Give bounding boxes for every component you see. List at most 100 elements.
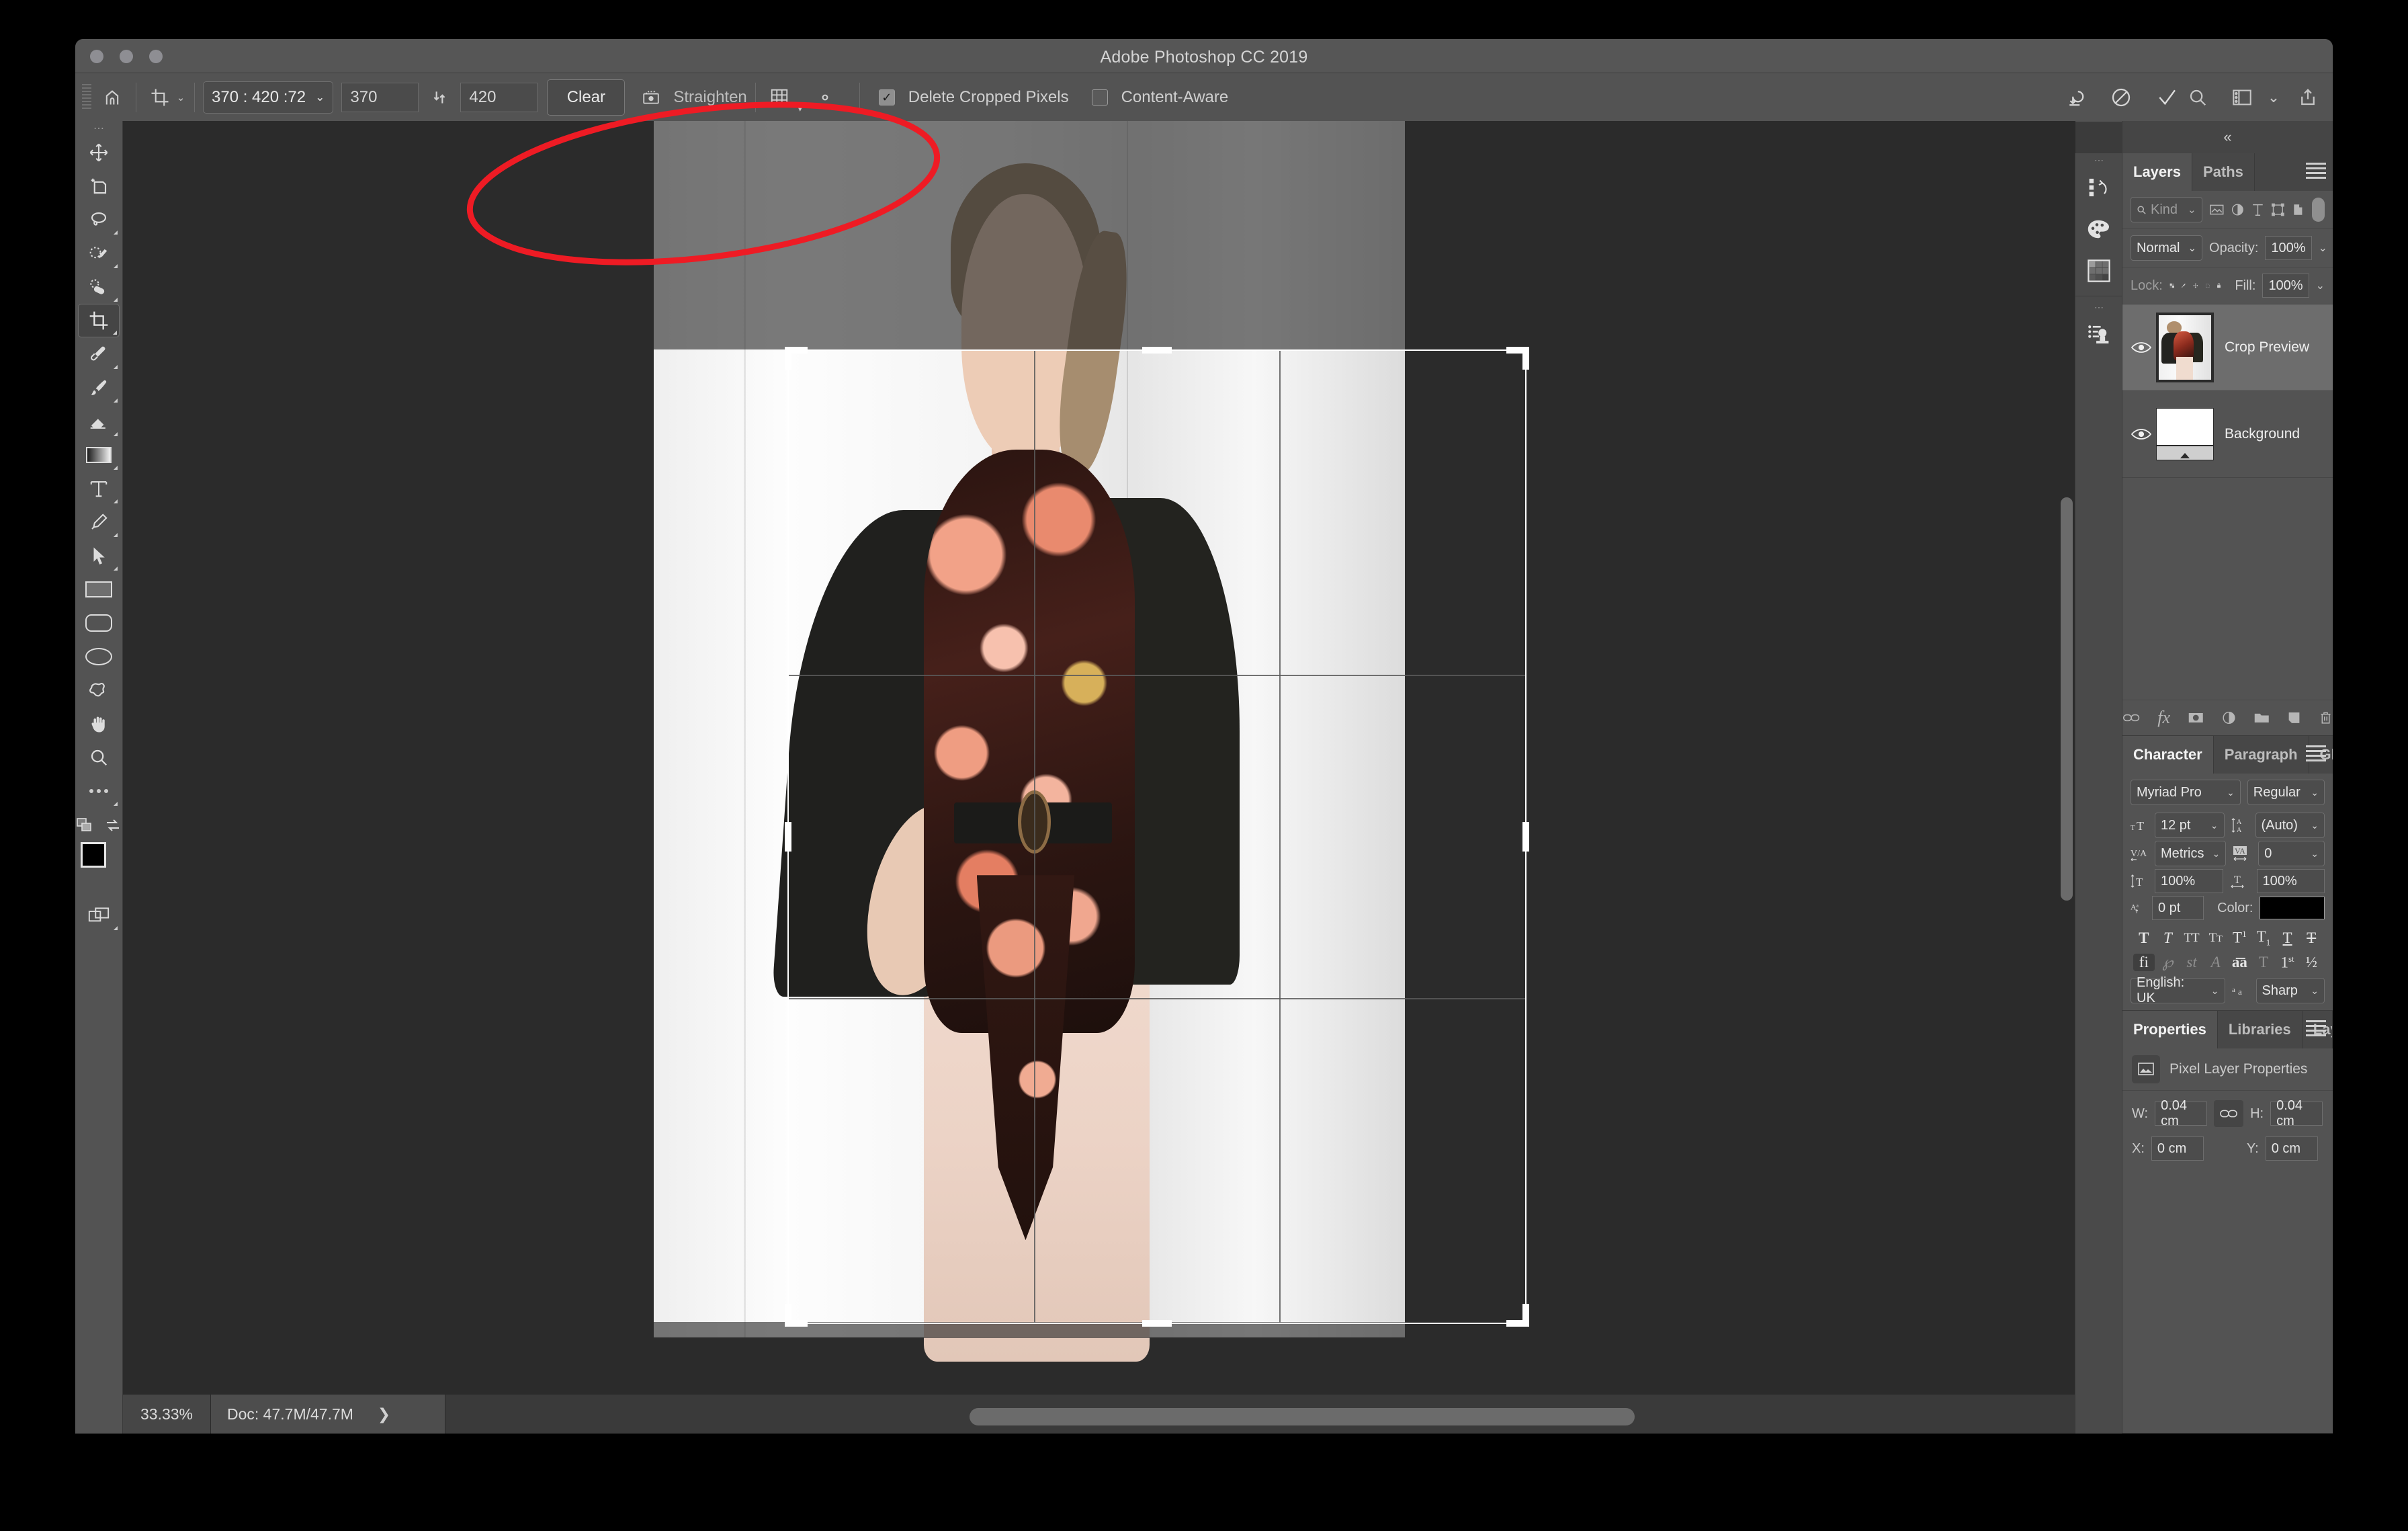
filter-toggle-switch[interactable] [2312,198,2325,222]
tool-artboard[interactable] [78,169,120,203]
ordinals-button[interactable]: 1st [2277,954,2298,972]
workspace-chevron-down-icon[interactable]: ⌄ [2268,92,2279,103]
canvas-vertical-scrollbar[interactable] [2061,497,2073,901]
crop-handle-middle-right[interactable] [1522,822,1529,852]
crop-handle-bottom-left-v[interactable] [785,1304,791,1327]
content-aware-checkbox[interactable]: ✓ Content-Aware [1092,88,1229,107]
type-layer-filter-icon[interactable] [2251,202,2264,217]
crop-handle-top-left-v[interactable] [785,347,791,370]
fill-chevron-down-icon[interactable]: ⌄ [2316,279,2325,292]
canvas-horizontal-scrollbar[interactable] [970,1408,1635,1425]
small-caps-button[interactable]: TT [2205,931,2227,946]
overlay-chevron-down-icon[interactable]: ▾ [795,103,806,114]
crop-handle-top-center[interactable] [1142,347,1172,354]
language-select[interactable]: English: UK⌄ [2131,978,2225,1003]
all-caps-button[interactable]: TT [2181,931,2202,946]
tool-ellipse[interactable] [78,640,120,673]
double-chevron-left-icon[interactable]: « [2122,121,2333,153]
new-fill-adjustment-icon[interactable] [2222,710,2236,726]
image-canvas[interactable] [123,121,2075,1395]
opacity-input[interactable]: 100% [2265,236,2311,260]
shape-layer-filter-icon[interactable] [2271,202,2285,217]
layer-row-crop-preview[interactable]: Crop Preview [2122,304,2333,391]
tool-rectangle[interactable] [78,573,120,606]
layer-thumbnail[interactable] [2156,408,2214,460]
delete-layer-icon[interactable] [2319,710,2333,726]
antialias-select[interactable]: Sharp⌄ [2256,978,2325,1003]
text-color-swatch[interactable] [2260,897,2325,919]
crop-handle-middle-left[interactable] [785,822,791,852]
horizontal-scale-field[interactable]: 100% [2257,869,2325,893]
new-layer-icon[interactable] [2287,710,2301,726]
tool-screen-mode[interactable] [78,899,120,932]
swash-button[interactable]: A [2205,954,2227,971]
layer-visibility-toggle[interactable] [2126,341,2156,354]
tool-eraser[interactable] [78,405,120,438]
color-palette-icon[interactable] [2078,208,2120,250]
share-upload-icon[interactable] [2292,82,2323,113]
cancel-circle-slash-icon[interactable] [2106,82,2137,113]
y-field[interactable]: 0 cm [2266,1136,2318,1161]
crop-handle-bottom-right-v[interactable] [1522,1304,1529,1327]
rail-grip-2[interactable]: ⋯ [2075,300,2122,314]
kerning-field[interactable]: Metrics⌄ [2155,841,2226,866]
tool-move[interactable] [78,136,120,169]
panel-menu-icon[interactable] [2306,745,2326,763]
adjustments-icon[interactable] [2078,314,2120,356]
font-size-field[interactable]: 12 pt⌄ [2155,813,2225,838]
layer-visibility-toggle[interactable] [2126,427,2156,441]
tab-properties[interactable]: Properties [2122,1011,2218,1048]
search-icon[interactable] [2182,82,2213,113]
crop-rectangle[interactable] [787,349,1526,1324]
tool-type[interactable] [78,472,120,505]
color-swatches[interactable] [78,841,120,884]
tool-brush[interactable] [78,371,120,405]
tool-gradient[interactable] [78,438,120,472]
superscript-button[interactable]: T1 [2229,929,2250,947]
delete-cropped-pixels-checkbox[interactable]: ✓ Delete Cropped Pixels [879,88,1069,107]
layer-name[interactable]: Crop Preview [2225,339,2309,356]
faux-italic-button[interactable]: T [2157,929,2178,947]
opacity-chevron-down-icon[interactable]: ⌄ [2319,241,2327,255]
strikethrough-button[interactable]: T [2300,929,2322,947]
contextual-alternates-button[interactable]: ℘ [2157,954,2178,971]
tool-eyedropper[interactable] [78,337,120,371]
tab-character[interactable]: Character [2122,736,2214,774]
document-info[interactable]: Doc: 47.7M/47.7M ❯ [211,1395,445,1434]
tool-path-selection[interactable] [78,539,120,573]
layer-mask-icon[interactable] [2188,710,2204,725]
commit-checkmark-icon[interactable] [2151,82,2182,113]
layer-style-fx-icon[interactable]: fx [2157,708,2170,728]
tab-layers[interactable]: Layers [2122,153,2192,191]
swatches-grid-icon[interactable] [2078,250,2120,292]
reset-arrow-icon[interactable] [2060,82,2091,113]
crop-height-input[interactable]: 420 [460,83,538,112]
fill-input[interactable]: 100% [2262,274,2309,298]
crop-ratio-preset-select[interactable]: 370 : 420 :72 ⌄ [203,81,333,114]
link-layers-icon[interactable] [2122,710,2140,725]
straighten-icon[interactable] [636,82,666,113]
tab-paragraph[interactable]: Paragraph [2214,736,2309,774]
new-group-icon[interactable] [2253,710,2270,725]
gear-icon[interactable] [810,82,841,113]
x-field[interactable]: 0 cm [2151,1136,2204,1161]
pixel-layer-filter-icon[interactable] [2209,203,2225,216]
blend-mode-select[interactable]: Normal ⌄ [2131,235,2202,261]
leading-field[interactable]: (Auto)⌄ [2255,813,2325,838]
crop-tool-icon[interactable] [144,82,175,113]
vertical-scale-field[interactable]: 100% [2155,869,2223,893]
font-style-select[interactable]: Regular ⌄ [2247,780,2325,805]
layer-kind-filter[interactable]: Kind ⌄ [2131,197,2202,222]
width-field[interactable]: 0.04 cm [2155,1102,2207,1126]
underline-button[interactable]: T [2277,929,2298,947]
tool-spot-healing[interactable] [78,270,120,304]
stylistic-alternates-button[interactable]: a͞a [2229,954,2250,971]
baseline-shift-field[interactable]: 0 pt [2152,896,2204,920]
standard-ligatures-button[interactable]: fi [2133,954,2155,971]
swap-colors-icon[interactable] [104,817,122,837]
smart-object-filter-icon[interactable] [2291,202,2305,217]
options-bar-grip[interactable] [82,84,91,111]
crop-handle-top-right-v[interactable] [1522,347,1529,370]
crop-width-input[interactable]: 370 [341,83,419,112]
titling-alternates-button[interactable]: T [2253,954,2274,971]
